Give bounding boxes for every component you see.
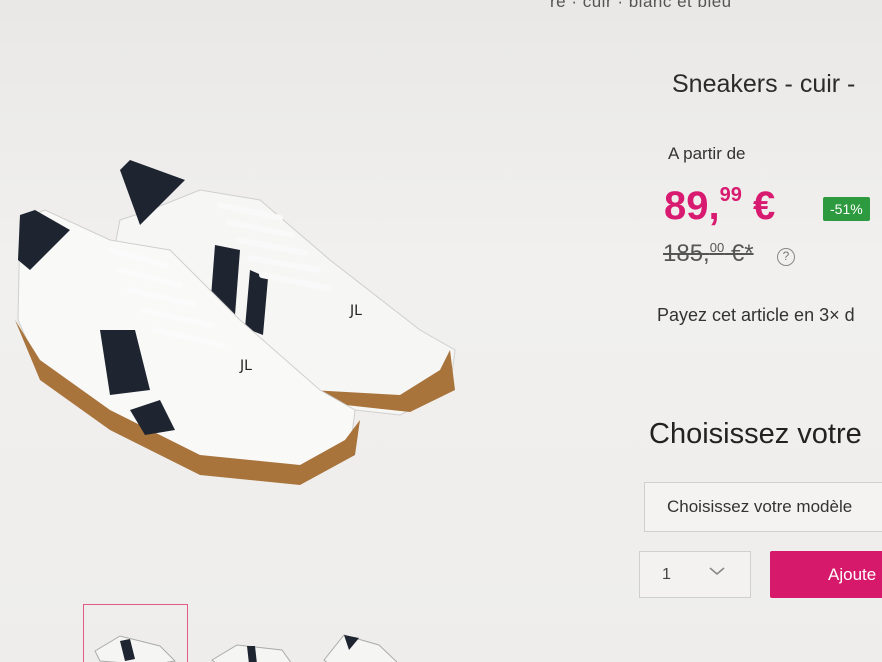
svg-text:JL: JL <box>349 303 362 319</box>
thumbnail-image <box>323 634 398 662</box>
thumbnail-1[interactable] <box>83 604 188 662</box>
question-circle-icon[interactable]: ? <box>777 248 795 266</box>
choose-heading: Choisissez votre <box>649 418 862 450</box>
breadcrumb: re · cuir · blanc et bleu <box>550 0 732 11</box>
price-cents: 99 <box>719 184 742 206</box>
old-price-main: 185, <box>663 240 710 267</box>
add-to-cart-button[interactable]: Ajoute <box>770 551 882 598</box>
product-title: Sneakers - cuir - <box>672 70 856 98</box>
svg-text:JL: JL <box>239 358 252 374</box>
thumbnail-3[interactable] <box>313 604 418 662</box>
current-price: 89,99 € <box>664 184 775 229</box>
installments-info: Payez cet article en 3× d <box>657 305 855 325</box>
model-select[interactable]: Choisissez votre modèle <box>644 482 882 532</box>
old-price: 185,00 €* <box>663 240 754 268</box>
thumbnail-image <box>94 635 177 662</box>
quantity-select[interactable]: 1 <box>639 551 751 598</box>
price-main: 89, <box>664 184 720 228</box>
thumbnail-image <box>211 644 292 662</box>
discount-badge: -51% <box>823 197 870 221</box>
old-price-currency: €* <box>724 240 754 267</box>
price-currency: € <box>741 184 776 228</box>
product-image[interactable]: JL JL <box>0 150 470 510</box>
chevron-down-icon <box>709 567 725 576</box>
thumbnail-strip <box>83 604 483 662</box>
sneakers-illustration: JL JL <box>15 160 456 485</box>
quantity-value: 1 <box>662 566 671 583</box>
price-from-label: A partir de <box>668 144 746 163</box>
thumbnail-2[interactable] <box>201 604 306 662</box>
product-page: re · cuir · blanc et bleu JL JL Sneakers… <box>0 0 882 662</box>
old-price-cents: 00 <box>709 240 725 255</box>
